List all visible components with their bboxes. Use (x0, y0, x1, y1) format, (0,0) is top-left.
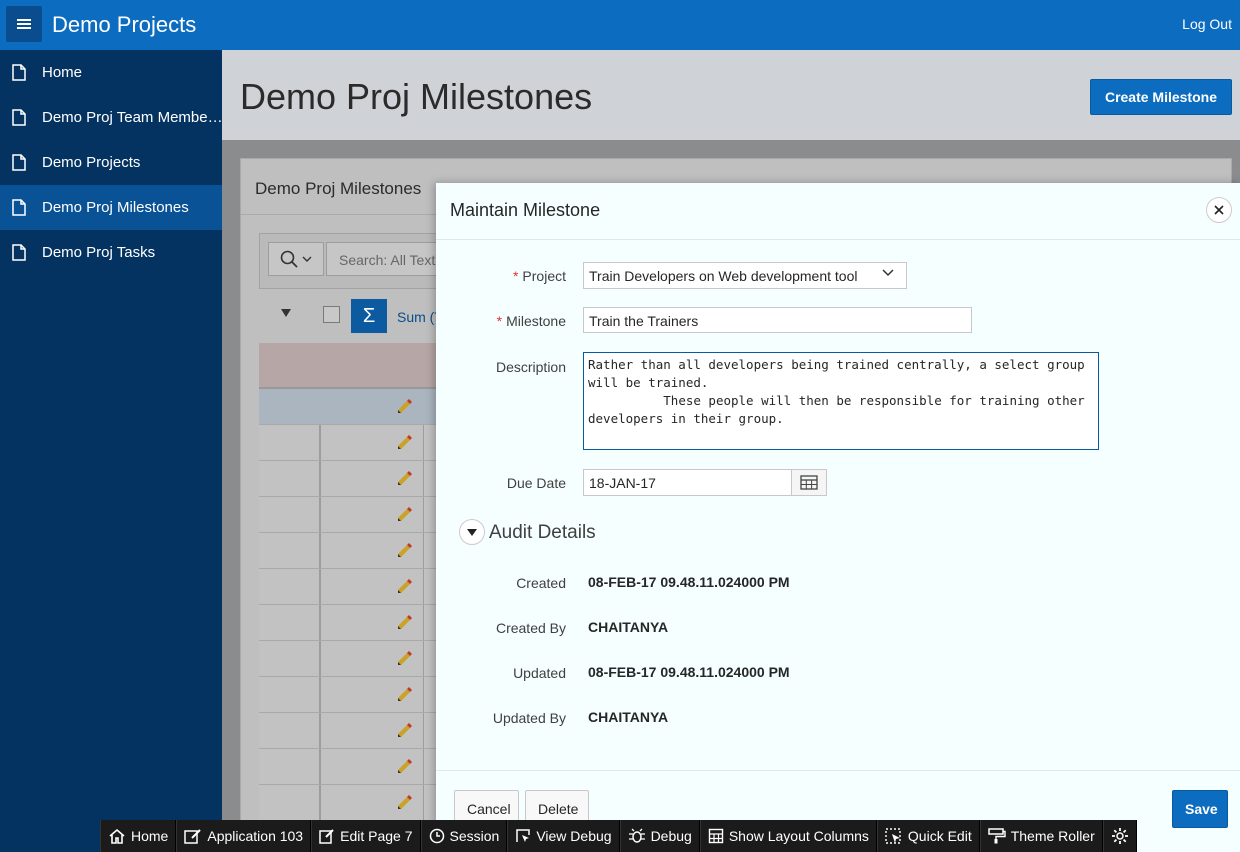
page-title: Demo Proj Milestones (240, 76, 593, 117)
developer-toolbar: Home Application 103 Edit Page 7 Session… (100, 820, 1137, 852)
milestone-label: * Milestone (496, 313, 566, 329)
project-label: * Project (512, 268, 566, 284)
sidebar: Home Demo Proj Team Membe… Demo Projects… (0, 50, 222, 852)
edit-icon (184, 829, 202, 844)
dev-debug-button[interactable]: Debug (619, 820, 700, 852)
created-by-value: CHAITANYA (588, 619, 669, 635)
sidebar-item-tasks[interactable]: Demo Proj Tasks (0, 230, 222, 275)
sidebar-item-label: Demo Projects (42, 154, 141, 171)
search-icon (280, 250, 298, 268)
updated-by-value: CHAITANYA (588, 709, 669, 725)
page-icon (12, 199, 26, 216)
sidebar-item-label: Demo Proj Milestones (42, 199, 189, 216)
created-value: 08-FEB-17 09.48.11.024000 PM (588, 574, 790, 590)
calendar-icon (800, 475, 818, 490)
paint-roller-icon (987, 828, 1006, 844)
created-by-label: Created By (495, 620, 566, 636)
logout-link[interactable]: Log Out (1182, 16, 1232, 32)
updated-label: Updated (513, 665, 566, 681)
edit-pencil-icon[interactable] (395, 397, 413, 415)
description-label: Description (495, 359, 566, 375)
audit-collapse-button[interactable] (459, 519, 485, 545)
sidebar-item-projects[interactable]: Demo Projects (0, 140, 222, 185)
date-picker-button[interactable] (791, 469, 827, 496)
page-icon (12, 244, 26, 261)
edit-pencil-icon[interactable] (395, 685, 413, 703)
caret-down-icon (467, 528, 477, 536)
dialog-title: Maintain Milestone (450, 200, 601, 220)
gear-icon (1111, 828, 1128, 844)
dialog-header: Maintain Milestone (436, 183, 1240, 240)
grid-icon (708, 828, 724, 844)
close-dialog-button[interactable] (1206, 197, 1232, 223)
create-milestone-button[interactable]: Create Milestone (1089, 79, 1232, 115)
dev-application-label: Application 103 (207, 828, 304, 844)
page-icon (12, 154, 26, 171)
app-title[interactable]: Demo Projects (52, 12, 196, 38)
edit-pencil-icon[interactable] (395, 757, 413, 775)
collapse-icon[interactable] (281, 309, 291, 317)
dev-debug-label: Debug (650, 828, 692, 844)
home-icon (109, 828, 125, 844)
quick-edit-icon (885, 828, 901, 844)
app-header: Demo Projects Log Out (0, 0, 1240, 50)
due-date-input[interactable]: 18-JAN-17 (583, 469, 792, 496)
page-icon (12, 64, 26, 81)
project-select[interactable]: Train Developers on Web development tool (583, 262, 907, 289)
dev-home-button[interactable]: Home (100, 820, 177, 852)
edit-page-icon (319, 829, 334, 844)
row-select-checkbox[interactable] (323, 306, 340, 323)
dev-theme-roller-label: Theme Roller (1010, 828, 1095, 844)
edit-pencil-icon[interactable] (395, 541, 413, 559)
dev-quick-edit-button[interactable]: Quick Edit (876, 820, 980, 852)
dev-application-button[interactable]: Application 103 (176, 820, 312, 852)
page-header: Demo Proj Milestones Create Milestone (222, 50, 1240, 140)
dev-quick-edit-label: Quick Edit (907, 828, 972, 844)
dev-settings-button[interactable] (1102, 820, 1137, 852)
dev-edit-page-button[interactable]: Edit Page 7 (311, 820, 421, 852)
chevron-down-icon (882, 269, 894, 277)
audit-details-title[interactable]: Audit Details (489, 522, 596, 544)
edit-pencil-icon[interactable] (395, 505, 413, 523)
required-icon: * (512, 268, 519, 284)
dev-session-label: Session (449, 828, 500, 844)
dev-layout-columns-button[interactable]: Show Layout Columns (699, 820, 877, 852)
milestone-input[interactable]: Train the Trainers (583, 307, 972, 333)
dev-edit-page-label: Edit Page 7 (340, 828, 413, 844)
created-label: Created (516, 575, 566, 591)
dev-session-button[interactable]: Session (420, 820, 508, 852)
due-date-label: Due Date (506, 475, 566, 491)
save-button[interactable]: Save (1172, 790, 1228, 828)
maintain-milestone-dialog: Maintain Milestone * Project Train Develo… (436, 183, 1240, 852)
description-textarea[interactable]: Rather than all developers being trained… (583, 352, 1099, 450)
close-icon (1214, 205, 1224, 215)
sidebar-item-label: Demo Proj Team Membe… (42, 109, 222, 126)
sidebar-item-label: Demo Proj Tasks (42, 244, 156, 261)
project-select-value: Train Developers on Web development tool (589, 268, 858, 284)
sidebar-item-team-members[interactable]: Demo Proj Team Membe… (0, 95, 222, 140)
view-debug-icon (516, 829, 531, 842)
sidebar-item-home[interactable]: Home (0, 50, 222, 95)
dev-theme-roller-button[interactable]: Theme Roller (979, 820, 1103, 852)
updated-value: 08-FEB-17 09.48.11.024000 PM (588, 664, 790, 680)
page-icon (12, 109, 26, 126)
clock-icon (429, 828, 444, 844)
report-title: Demo Proj Milestones (255, 179, 422, 198)
chevron-down-icon (302, 256, 312, 262)
search-column-button[interactable] (268, 242, 324, 276)
dev-layout-columns-label: Show Layout Columns (728, 828, 869, 844)
menu-toggle-button[interactable] (6, 6, 42, 42)
dev-view-debug-button[interactable]: View Debug (507, 820, 620, 852)
dev-view-debug-label: View Debug (536, 828, 612, 844)
hamburger-icon (17, 19, 31, 29)
bug-icon (628, 828, 645, 843)
dev-home-label: Home (131, 828, 169, 844)
edit-pencil-icon[interactable] (395, 793, 413, 811)
sidebar-item-label: Home (42, 64, 83, 81)
updated-by-label: Updated By (492, 710, 566, 726)
sidebar-item-milestones[interactable]: Demo Proj Milestones (0, 185, 222, 230)
edit-pencil-icon[interactable] (395, 433, 413, 451)
required-icon: * (496, 313, 503, 329)
